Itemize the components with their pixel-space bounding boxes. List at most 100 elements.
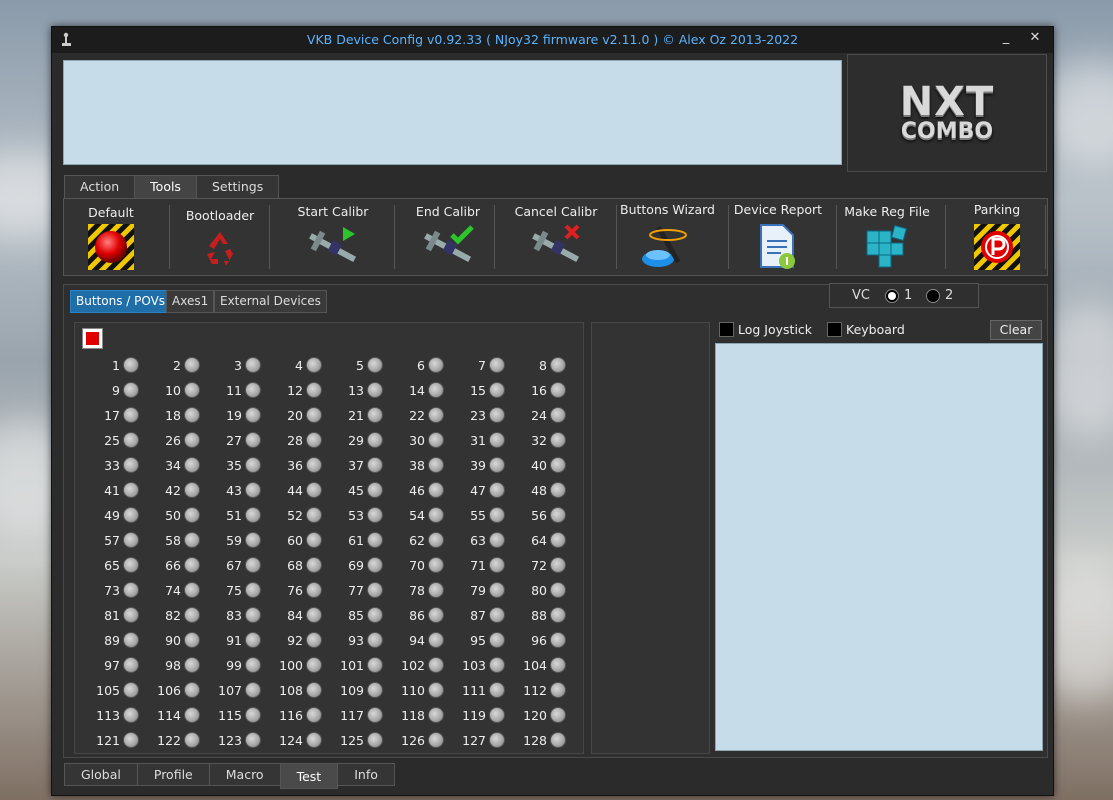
- tab-action[interactable]: Action: [64, 175, 136, 198]
- button-number: 78: [409, 583, 425, 598]
- button-indicator: 65: [79, 556, 139, 576]
- button-number: 84: [287, 608, 303, 623]
- button-indicator: 8: [506, 356, 566, 376]
- button-indicator: 86: [384, 606, 444, 626]
- subtab-axes1[interactable]: Axes1: [166, 290, 215, 313]
- button-number: 10: [165, 383, 181, 398]
- button-led-icon: [306, 532, 322, 548]
- button-led-icon: [550, 432, 566, 448]
- button-led-icon: [123, 582, 139, 598]
- button-led-icon: [245, 657, 261, 673]
- button-led-icon: [123, 707, 139, 723]
- buttons-wizard-label: Buttons Wizard: [620, 202, 715, 217]
- button-indicator: 74: [140, 581, 200, 601]
- button-number: 126: [401, 733, 425, 748]
- button-number: 87: [470, 608, 486, 623]
- tab-test[interactable]: Test: [279, 763, 339, 789]
- button-indicator: 121: [79, 731, 139, 751]
- red-indicator[interactable]: [82, 328, 103, 349]
- vc-radio-2[interactable]: [926, 289, 940, 303]
- start-calibr-button[interactable]: Start Calibr: [289, 199, 377, 275]
- button-number: 20: [287, 408, 303, 423]
- button-number: 109: [340, 683, 364, 698]
- button-indicator: 18: [140, 406, 200, 426]
- buttons-wizard-button[interactable]: Buttons Wizard: [620, 199, 715, 275]
- button-number: 115: [218, 708, 242, 723]
- button-indicator: 51: [201, 506, 261, 526]
- button-number: 111: [462, 683, 486, 698]
- button-led-icon: [184, 532, 200, 548]
- vc-label: VC: [852, 288, 870, 303]
- button-number: 18: [165, 408, 181, 423]
- cancel-calibr-button[interactable]: Cancel Calibr: [512, 199, 600, 275]
- button-number: 25: [104, 433, 120, 448]
- close-button[interactable]: ✕: [1024, 30, 1046, 48]
- button-number: 110: [401, 683, 425, 698]
- button-led-icon: [489, 582, 505, 598]
- button-number: 39: [470, 458, 486, 473]
- button-number: 73: [104, 583, 120, 598]
- log-output[interactable]: [715, 343, 1043, 751]
- button-led-icon: [306, 382, 322, 398]
- red-button-icon: [88, 224, 134, 270]
- end-calibr-button[interactable]: End Calibr: [404, 199, 492, 275]
- button-number: 60: [287, 533, 303, 548]
- button-indicator: 15: [445, 381, 505, 401]
- button-indicator: 119: [445, 706, 505, 726]
- subtab-external-devices[interactable]: External Devices: [214, 290, 327, 313]
- default-button[interactable]: Default: [78, 199, 144, 275]
- button-number: 98: [165, 658, 181, 673]
- button-number: 52: [287, 508, 303, 523]
- button-number: 8: [539, 358, 547, 373]
- button-led-icon: [245, 357, 261, 373]
- button-number: 6: [417, 358, 425, 373]
- button-number: 68: [287, 558, 303, 573]
- button-indicator: 123: [201, 731, 261, 751]
- button-led-icon: [489, 382, 505, 398]
- tab-tools[interactable]: Tools: [134, 175, 197, 198]
- button-number: 12: [287, 383, 303, 398]
- vc-radio-1[interactable]: [885, 289, 899, 303]
- button-led-icon: [306, 557, 322, 573]
- button-number: 7: [478, 358, 486, 373]
- default-label: Default: [88, 205, 134, 220]
- tab-settings[interactable]: Settings: [195, 175, 280, 198]
- button-number: 1: [112, 358, 120, 373]
- button-number: 24: [531, 408, 547, 423]
- button-number: 49: [104, 508, 120, 523]
- device-report-button[interactable]: Device Report: [732, 199, 824, 275]
- bootloader-button[interactable]: Bootloader: [180, 199, 260, 275]
- button-led-icon: [367, 557, 383, 573]
- tab-info[interactable]: Info: [337, 763, 395, 786]
- status-display-box: [63, 60, 842, 165]
- subtab-buttons-povs[interactable]: Buttons / POVs: [70, 290, 172, 313]
- button-number: 64: [531, 533, 547, 548]
- tab-profile[interactable]: Profile: [136, 763, 210, 786]
- minimize-button[interactable]: _: [995, 30, 1017, 48]
- button-indicator: 57: [79, 531, 139, 551]
- button-led-icon: [184, 657, 200, 673]
- title-bar[interactable]: VKB Device Config v0.92.33 ( NJoy32 firm…: [52, 27, 1053, 53]
- button-led-icon: [367, 482, 383, 498]
- button-indicator: 64: [506, 531, 566, 551]
- button-led-icon: [550, 407, 566, 423]
- button-led-icon: [306, 432, 322, 448]
- log-joystick-checkbox[interactable]: [719, 322, 734, 337]
- keyboard-checkbox[interactable]: [827, 322, 842, 337]
- parking-button[interactable]: Parking: [964, 199, 1030, 275]
- button-led-icon: [428, 407, 444, 423]
- button-number: 123: [218, 733, 242, 748]
- button-indicator: 105: [79, 681, 139, 701]
- tab-global[interactable]: Global: [64, 763, 138, 786]
- button-number: 96: [531, 633, 547, 648]
- button-number: 35: [226, 458, 242, 473]
- button-led-icon: [184, 432, 200, 448]
- button-number: 34: [165, 458, 181, 473]
- button-led-icon: [489, 482, 505, 498]
- make-reg-file-button[interactable]: Make Reg File: [840, 199, 934, 275]
- pov-panel: [591, 322, 710, 754]
- button-number: 53: [348, 508, 364, 523]
- button-led-icon: [550, 632, 566, 648]
- tab-macro[interactable]: Macro: [208, 763, 281, 786]
- clear-button[interactable]: Clear: [990, 320, 1042, 340]
